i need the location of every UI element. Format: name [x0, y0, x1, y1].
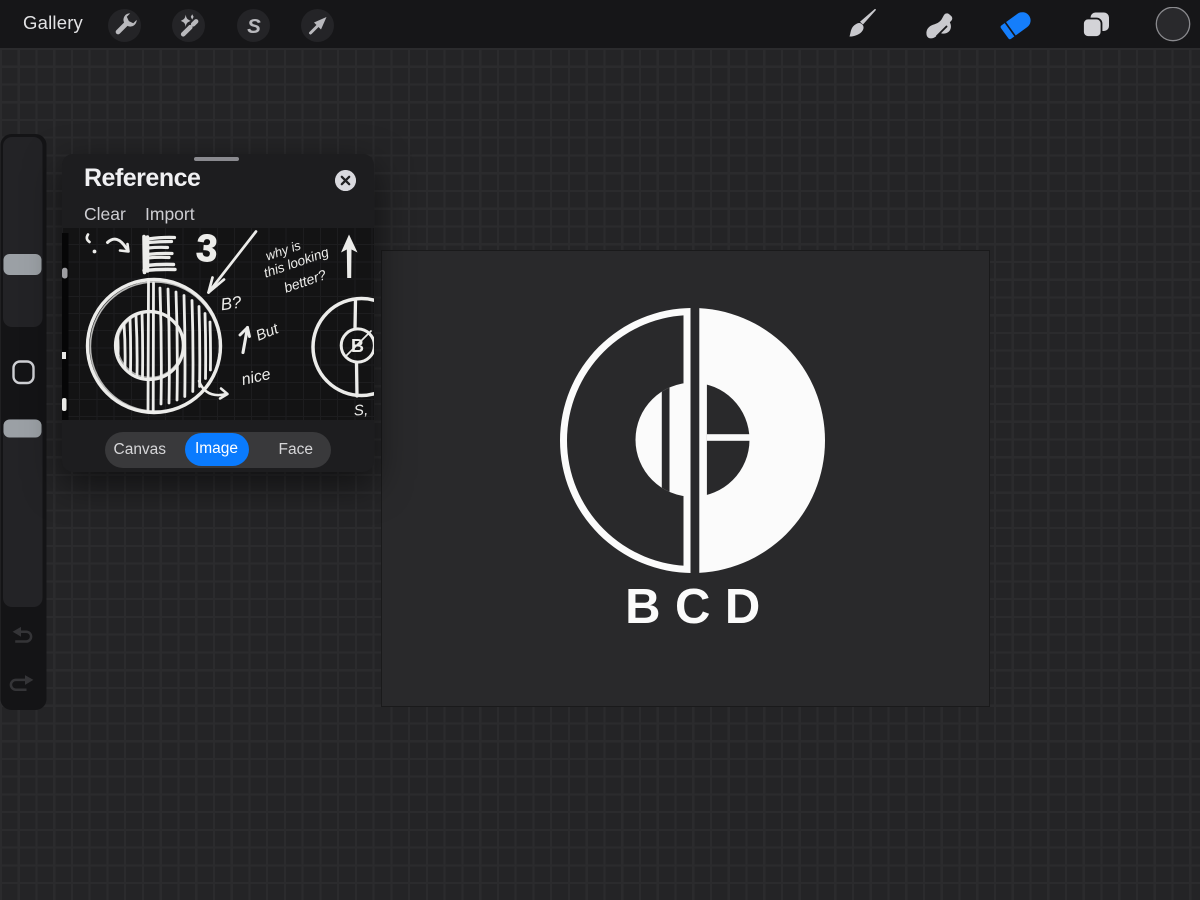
svg-text:But: But: [254, 320, 282, 345]
svg-text:S: S: [247, 15, 261, 38]
svg-text:B: B: [351, 336, 364, 356]
svg-text:nice: nice: [240, 366, 273, 389]
svg-text:S,: S,: [353, 401, 369, 419]
svg-text:B?: B?: [219, 293, 243, 315]
svg-text:BCD: BCD: [625, 580, 775, 634]
svg-text:3: 3: [195, 227, 219, 270]
